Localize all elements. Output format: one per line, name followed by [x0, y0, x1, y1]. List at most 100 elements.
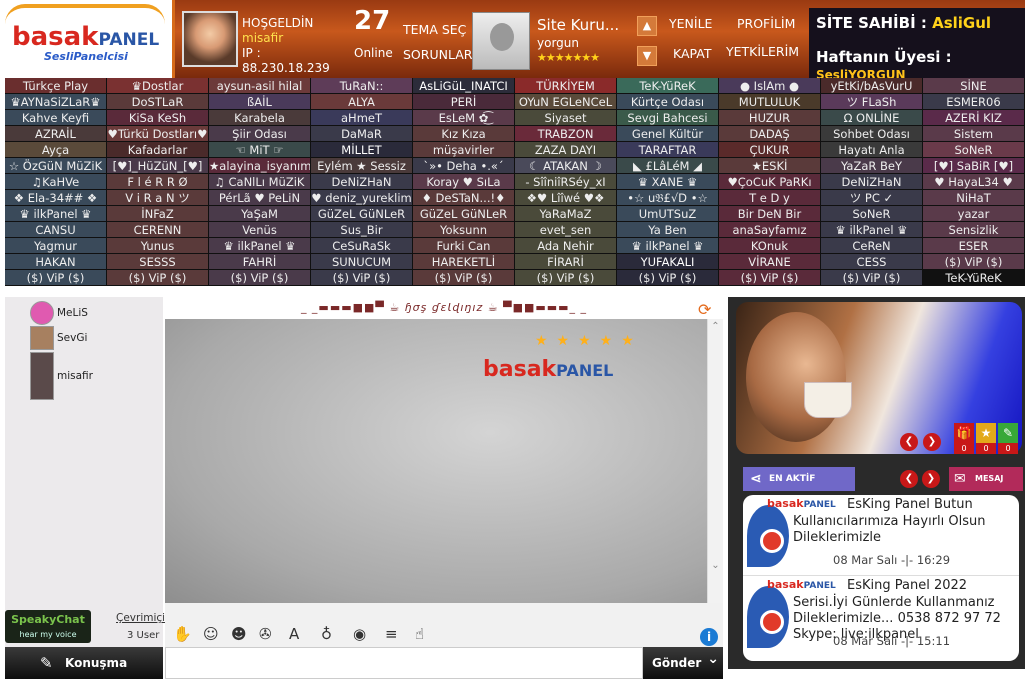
room-item[interactable]: Furki Can	[413, 238, 515, 254]
room-item[interactable]: ($) ViP ($)	[923, 254, 1025, 270]
font-icon[interactable]: A	[289, 625, 299, 643]
room-item[interactable]: CeReN	[821, 238, 923, 254]
room-item[interactable]: ($) ViP ($)	[515, 270, 617, 286]
room-item[interactable]: YaZaR BeY	[821, 158, 923, 174]
room-item[interactable]: SİNE	[923, 78, 1025, 94]
hand-raise-icon[interactable]: ☝	[415, 625, 424, 643]
room-item[interactable]: Yagmur	[5, 238, 107, 254]
room-item[interactable]: SUNUCUM	[311, 254, 413, 270]
room-item[interactable]: ZAZA DAYI	[515, 142, 617, 158]
room-item[interactable]: ÇUKUR	[719, 142, 821, 158]
next-arrow-icon[interactable]: ❯	[923, 433, 941, 451]
chat-scrollbar[interactable]: ⌃ ⌄	[707, 319, 723, 603]
room-item[interactable]: CeSuRaSk	[311, 238, 413, 254]
prev-arrow-icon[interactable]: ❮	[900, 433, 918, 451]
room-item[interactable]: PérLã ♥ PeLiN	[209, 190, 311, 206]
sorunlar-link[interactable]: SORUNLAR	[403, 47, 472, 62]
room-item[interactable]: Kız Kıza	[413, 126, 515, 142]
room-item[interactable]: NiHaT	[923, 190, 1025, 206]
room-item[interactable]: ESER	[923, 238, 1025, 254]
room-item[interactable]: SESSS	[107, 254, 209, 270]
room-item[interactable]: `»• Deha •.«´	[413, 158, 515, 174]
next-arrow-icon[interactable]: ❯	[922, 470, 940, 488]
room-item[interactable]: OYuN EGLeNCeL	[515, 94, 617, 110]
room-item[interactable]: ❖♥ Lîîwé ♥❖	[515, 190, 617, 206]
room-item[interactable]: AZRAİL	[5, 126, 107, 142]
room-item[interactable]: ♦ DeSTaN...!♦	[413, 190, 515, 206]
send-button[interactable]: Gönder	[643, 643, 723, 679]
chevron-up-icon[interactable]: ▲	[637, 16, 657, 36]
room-item[interactable]: TRABZON	[515, 126, 617, 142]
room-item[interactable]: DeNiZHaN	[311, 174, 413, 190]
room-item[interactable]: ☜ MiT ☞	[209, 142, 311, 158]
room-item[interactable]: ♛ XANE ♛	[617, 174, 719, 190]
room-item[interactable]: anaSayfamız	[719, 222, 821, 238]
room-item[interactable]: Bir DeN Bir	[719, 206, 821, 222]
room-item[interactable]: T e D y	[719, 190, 821, 206]
room-item[interactable]: MUTLULUK	[719, 94, 821, 110]
room-item[interactable]: Türkçe Play	[5, 78, 107, 94]
room-item[interactable]: ツ FLaSh	[821, 94, 923, 110]
room-item[interactable]: TeK-YüReK	[617, 78, 719, 94]
room-item[interactable]: Siyaset	[515, 110, 617, 126]
room-item[interactable]: SoNeR	[821, 206, 923, 222]
room-item[interactable]: aHmeT	[311, 110, 413, 126]
room-item[interactable]: Şiir Odası	[209, 126, 311, 142]
room-item[interactable]: UmUTSuZ	[617, 206, 719, 222]
room-item[interactable]: •☆ u𝔅£√D •☆	[617, 190, 719, 206]
room-item[interactable]: HAREKETLİ	[413, 254, 515, 270]
prev-arrow-icon[interactable]: ❮	[900, 470, 918, 488]
room-item[interactable]: TuRaN::	[311, 78, 413, 94]
room-item[interactable]: ♥ HayaL34 ♥	[923, 174, 1025, 190]
room-item[interactable]: F l é R R Ø	[107, 174, 209, 190]
room-item[interactable]: YaRaMaZ	[515, 206, 617, 222]
room-item[interactable]: MİLLET	[311, 142, 413, 158]
room-item[interactable]: ($) ViP ($)	[821, 270, 923, 286]
room-item[interactable]: Kafadarlar	[107, 142, 209, 158]
room-item[interactable]: TÜRKİYEM	[515, 78, 617, 94]
tema-sec-link[interactable]: TEMA SEÇ	[403, 22, 466, 37]
room-item[interactable]: ♛ ilkPanel ♛	[821, 222, 923, 238]
room-item[interactable]: Genel Kültür	[617, 126, 719, 142]
room-item[interactable]: ESMER06	[923, 94, 1025, 110]
room-item[interactable]: ♫KaHVe	[5, 174, 107, 190]
room-item[interactable]: yazar	[923, 206, 1025, 222]
room-item[interactable]: ☆ ÖzGüN MüZiK	[5, 158, 107, 174]
room-item[interactable]: ◣ £LâLéM ◢	[617, 158, 719, 174]
room-item[interactable]: KOnuk	[719, 238, 821, 254]
smiley-icon[interactable]: ☺	[203, 625, 219, 643]
room-item[interactable]: [♥]_HüZüN_[♥]	[107, 158, 209, 174]
room-item[interactable]: ♛AYNaSiZLaR♛	[5, 94, 107, 110]
speakychat-logo[interactable]: SpeakyChat hear my voice	[5, 610, 91, 643]
user-list-item[interactable]: SevGi	[30, 323, 87, 353]
room-item[interactable]: ♛ ilkPanel ♛	[209, 238, 311, 254]
room-item[interactable]: yEtKi/bAsVurU	[821, 78, 923, 94]
room-item[interactable]: EsLeM ✿͜͡	[413, 110, 515, 126]
room-item[interactable]: CANSU	[5, 222, 107, 238]
room-item[interactable]: ♥ÇoCuK PaRKı	[719, 174, 821, 190]
room-item[interactable]: ($) ViP ($)	[413, 270, 515, 286]
room-item[interactable]: ($) ViP ($)	[719, 270, 821, 286]
news-item[interactable]: basakPANEL EsKing Panel 2022 Serisi.İyi …	[743, 575, 1019, 655]
room-item[interactable]: ❖ Ela-34## ❖	[5, 190, 107, 206]
online-users-link[interactable]: Çevrimiçi	[116, 612, 165, 624]
room-item[interactable]: DoSTLaR	[107, 94, 209, 110]
room-item[interactable]: GüZeL GüNLeR	[311, 206, 413, 222]
room-item[interactable]: YUFAKALI	[617, 254, 719, 270]
site-logo[interactable]: basakPANEL SesliPanelcisi	[0, 0, 175, 78]
room-item[interactable]: ($) ViP ($)	[617, 270, 719, 286]
room-item[interactable]: müşavirler	[413, 142, 515, 158]
room-item[interactable]: ($) ViP ($)	[209, 270, 311, 286]
room-item[interactable]: aysun-asil hilal	[209, 78, 311, 94]
message-input[interactable]	[165, 647, 643, 679]
equalizer-icon[interactable]: ≡	[385, 625, 398, 643]
room-item[interactable]: [♥] SaBiR [♥]	[923, 158, 1025, 174]
room-item[interactable]: YaŞaM	[209, 206, 311, 222]
room-item[interactable]: İNFaZ	[107, 206, 209, 222]
room-item[interactable]: Venüs	[209, 222, 311, 238]
room-item[interactable]: ツ PC ✓	[821, 190, 923, 206]
room-item[interactable]: SoNeR	[923, 142, 1025, 158]
room-item[interactable]: Hayatı Anla	[821, 142, 923, 158]
bell-icon[interactable]: ♁	[321, 625, 332, 643]
room-item[interactable]: ★ESKİ	[719, 158, 821, 174]
